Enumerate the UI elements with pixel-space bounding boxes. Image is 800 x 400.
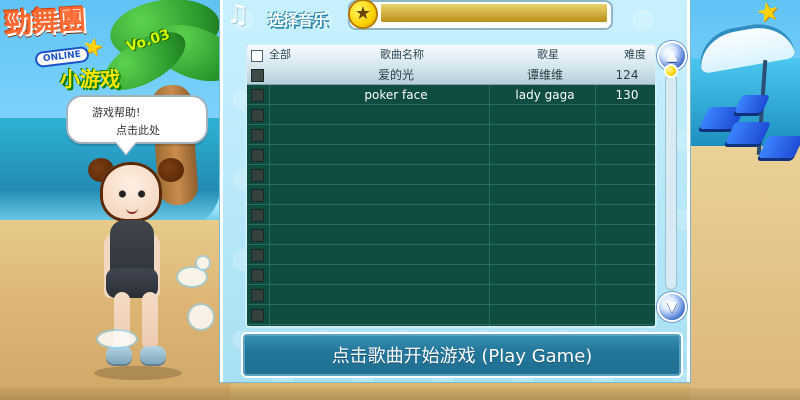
bottom-shadow <box>0 388 800 400</box>
character-shoe-left <box>106 346 132 364</box>
song-artist: lady gaga <box>515 88 575 102</box>
table-row[interactable]: 爱的光 谭维维 124 <box>247 65 655 85</box>
table-row[interactable] <box>247 245 655 265</box>
logo-subtitle: 小游戏 <box>60 67 120 91</box>
player-character <box>72 150 213 390</box>
row-checkbox[interactable] <box>251 249 264 262</box>
table-header: 全部 歌曲名称 歌星 难度 <box>247 45 655 66</box>
row-checkbox[interactable] <box>251 189 264 202</box>
logo-version: Vo.03 <box>124 26 172 56</box>
panel-title: 选择音乐 <box>267 10 328 29</box>
table-row[interactable] <box>247 105 655 125</box>
select-all-checkbox[interactable] <box>251 50 263 62</box>
header-artist: 歌星 <box>537 48 559 61</box>
row-checkbox[interactable] <box>251 269 264 282</box>
row-checkbox[interactable] <box>251 69 264 82</box>
table-row[interactable] <box>247 125 655 145</box>
logo-main-text: 勁舞團 <box>3 2 86 41</box>
game-stage: ★ 勁舞團 Vo.03 ★ ONLINE 小游戏 游戏帮助! 点击此处 ♫ 选择… <box>0 0 800 400</box>
row-checkbox[interactable] <box>251 289 264 302</box>
table-row[interactable] <box>247 185 655 205</box>
row-checkbox[interactable] <box>251 209 264 222</box>
row-checkbox[interactable] <box>251 129 264 142</box>
character-eyes <box>116 189 148 199</box>
game-help-bubble[interactable]: 游戏帮助! 点击此处 <box>66 95 208 144</box>
header-difficulty: 难度 <box>624 48 646 61</box>
help-title: 游戏帮助! <box>92 106 141 119</box>
row-checkbox[interactable] <box>251 229 264 242</box>
table-row[interactable]: poker face lady gaga 130 <box>247 85 655 105</box>
table-row[interactable] <box>247 145 655 165</box>
table-row[interactable] <box>247 305 655 325</box>
water-splash <box>178 268 206 286</box>
scroll-down-icon[interactable]: ▼ <box>657 292 687 322</box>
song-difficulty: 124 <box>615 68 639 82</box>
table-row[interactable] <box>247 225 655 245</box>
help-click-here[interactable]: 点击此处 <box>116 122 160 138</box>
character-leg-right <box>142 292 158 350</box>
character-hair-bun-right <box>158 158 184 182</box>
scrollbar-thumb[interactable] <box>664 64 678 78</box>
scrollbar-track[interactable] <box>665 74 677 290</box>
row-checkbox[interactable] <box>251 109 264 122</box>
music-select-panel: ♫ 选择音乐 ★ 全部 歌曲名称 歌星 难度 爱的光 谭维维 124 poker… <box>220 0 690 382</box>
game-logo: 勁舞團 Vo.03 ★ ONLINE 小游戏 <box>3 0 184 96</box>
table-row[interactable] <box>247 285 655 305</box>
song-name: poker face <box>364 88 428 102</box>
character-shoe-right <box>140 346 166 364</box>
table-row[interactable] <box>247 265 655 285</box>
row-checkbox[interactable] <box>251 149 264 162</box>
star-icon: ★ <box>350 1 376 27</box>
water-splash <box>98 331 136 347</box>
play-game-button[interactable]: 点击歌曲开始游戏 (Play Game) <box>241 332 683 378</box>
table-row[interactable] <box>247 165 655 185</box>
song-name: 爱的光 <box>377 68 414 82</box>
star-decoration-icon: ★ <box>753 0 783 30</box>
song-difficulty: 130 <box>615 88 639 102</box>
header-all[interactable]: 全部 <box>269 45 291 65</box>
song-artist: 谭维维 <box>526 68 563 82</box>
table-row[interactable] <box>247 205 655 225</box>
row-checkbox[interactable] <box>251 89 264 102</box>
water-splash <box>189 305 213 329</box>
row-checkbox[interactable] <box>251 169 264 182</box>
selected-song-display <box>381 4 607 22</box>
character-shadow <box>94 366 182 380</box>
row-checkbox[interactable] <box>251 309 264 322</box>
music-note-icon: ♫ <box>226 0 250 30</box>
water-splash <box>197 257 209 269</box>
right-beach-background <box>690 146 800 400</box>
song-table: 全部 歌曲名称 歌星 难度 爱的光 谭维维 124 poker face lad… <box>245 43 657 328</box>
header-song-name: 歌曲名称 <box>380 48 424 61</box>
